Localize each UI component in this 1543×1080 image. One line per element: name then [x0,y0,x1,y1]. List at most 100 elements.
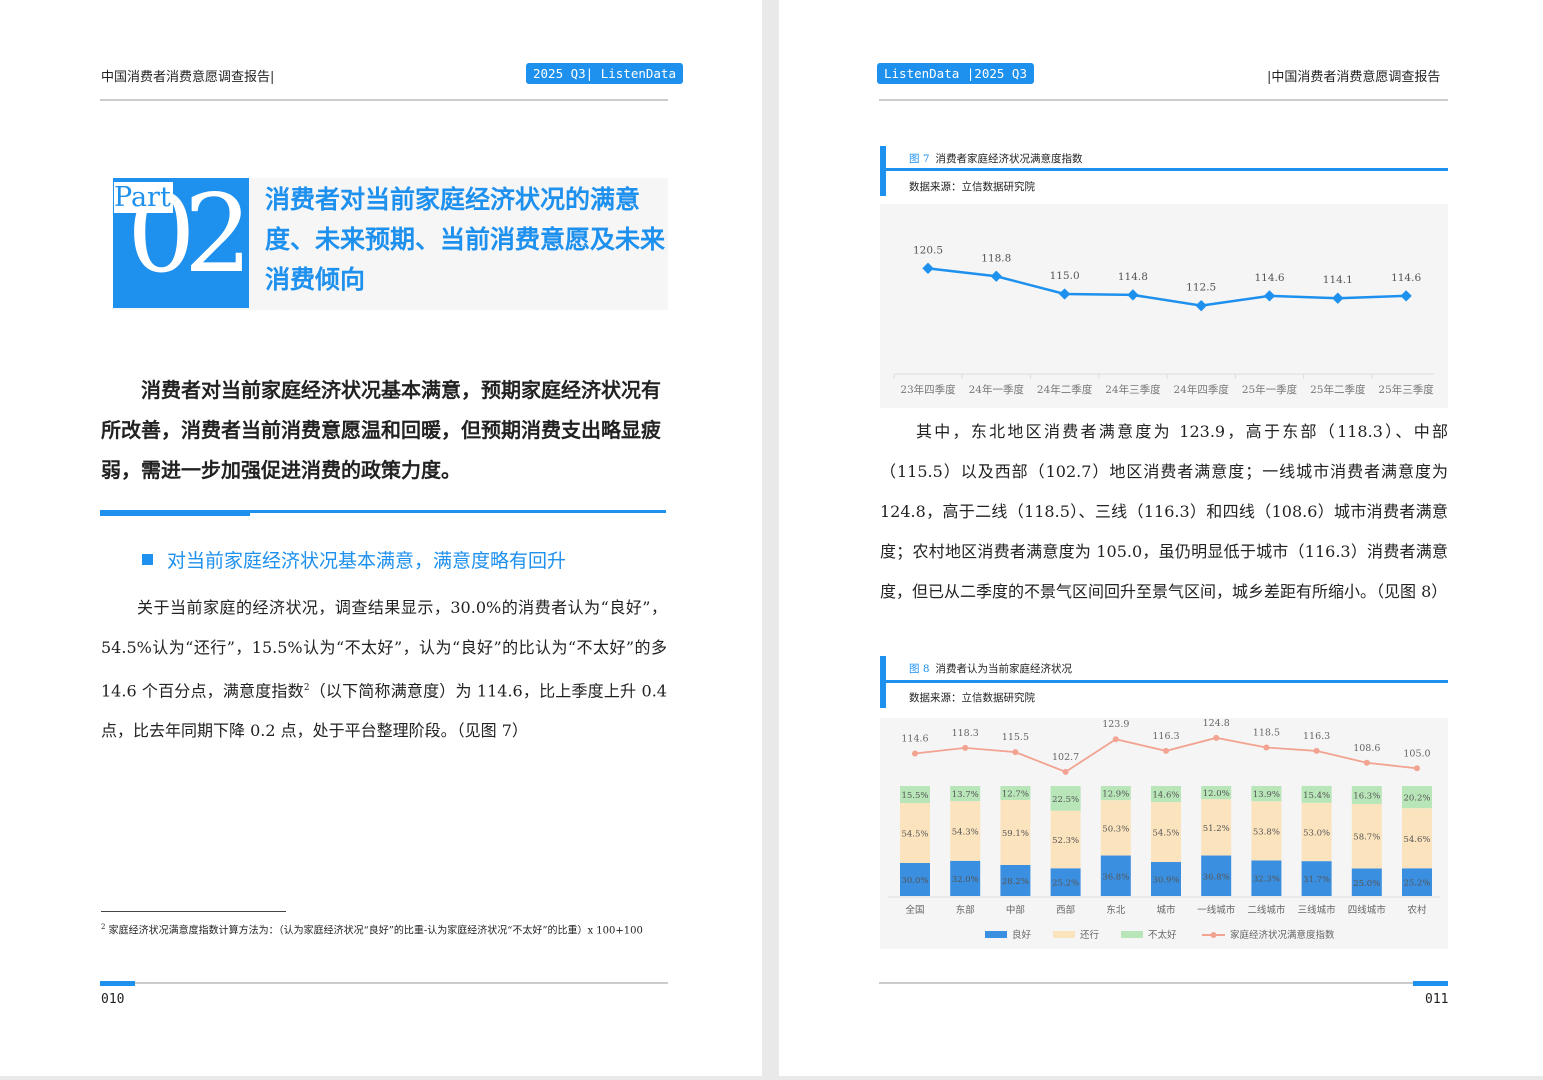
header-title: 中国消费者消费意愿调查报告| [101,70,275,85]
fig8-index-point [962,744,969,751]
fig7-tick-label: 23年四季度 [900,383,956,396]
fig8-legend-swatch [1053,931,1075,938]
fig8-index-label: 105.0 [1403,748,1430,759]
fig8-segment-label: 32.0% [952,875,979,885]
fig7-tick-label: 24年四季度 [1174,383,1230,396]
fig8-segment-label: 12.9% [1102,790,1129,800]
fig8-legend-swatch [985,931,1007,938]
fig7-data-label: 120.5 [913,244,943,256]
fig8-index-label: 115.5 [1002,732,1029,743]
fig8-index-label: 123.9 [1102,719,1129,730]
fig7-data-label: 114.6 [1254,272,1284,284]
lead-paragraph: 消费者对当前家庭经济状况基本满意，预期家庭经济状况有所改善，消费者当前消费意愿温… [101,378,661,482]
footer-rule [879,982,1448,984]
fig8-segment-label: 14.6% [1152,791,1179,801]
fig7-data-label: 114.6 [1391,272,1421,284]
fig7-data-point [1127,289,1139,301]
fig8-segment-label: 25.2% [1403,879,1430,889]
fig8-index-point [1213,734,1220,741]
fig7-title-text: 消费者家庭经济状况满意度指数 [935,153,1083,165]
fig8-tick-label: 东北 [1106,904,1126,916]
fig8-index-line [914,736,1418,773]
section-divider-accent [100,510,250,516]
fig8-tick-label: 城市 [1156,904,1176,916]
fig8-index-label: 102.7 [1052,752,1079,763]
right-page: ListenData |2025 Q3 |中国消费者消费意愿调查报告 图 7 消费… [779,0,1543,1076]
fig8-segment-label: 54.6% [1403,835,1430,845]
fig8-index-label: 118.3 [952,728,979,739]
fig8-legend-label: 家庭经济状况满意度指数 [1230,929,1335,941]
section-heading: 对当前家庭经济状况基本满意，满意度略有回升 [142,546,566,573]
fig7-title: 图 7 消费者家庭经济状况满意度指数 [909,151,1083,166]
fig8-index-label: 124.8 [1203,718,1230,729]
fig8-index-point [1263,744,1270,751]
fig7-tick-label: 24年二季度 [1037,383,1093,396]
fig7-bar [880,146,886,196]
fig7-data-label: 112.5 [1186,282,1216,294]
header-title: |中国消费者消费意愿调查报告 [1267,70,1441,85]
fig8-segment-label: 54.5% [1152,829,1179,839]
fig8-segment-label: 36.8% [1203,872,1230,882]
footer-accent [1413,981,1448,986]
fig7-tick-label: 24年一季度 [969,383,1025,396]
fig8-segment-label: 13.7% [952,790,979,800]
fig8-tick-label: 二线城市 [1247,904,1286,916]
fig8-index-point [1313,747,1320,754]
fig8-segment-label: 54.5% [901,830,928,840]
fig7-data-point [1332,292,1344,304]
fig7-tick-label: 24年三季度 [1105,383,1161,396]
header-rule [100,99,668,101]
fig7-line-chart: 120.5 118.8 115.0 114.8 112.5 114.6 114.1 114.6… [893,244,1434,396]
fig8-rule [886,680,1448,683]
fig8-segment-label: 51.2% [1203,824,1230,834]
fig7-data-point [1195,300,1207,312]
fig8-index-label: 114.6 [901,734,928,745]
footnote: 2 家庭经济状况满意度指数计算方法为：（认为家庭经济状况“良好”的比重-认为家庭… [101,920,667,938]
fig8-segment-label: 25.2% [1052,879,1079,889]
fig8-index-label: 108.6 [1353,743,1380,754]
footer-accent [100,981,135,986]
fig7-data-label: 115.0 [1050,270,1080,282]
fig8-segment-label: 22.5% [1052,795,1079,805]
fig8-segment-label: 12.7% [1002,789,1029,799]
fig8-segment-label: 25.0% [1353,879,1380,889]
fig7-rule [886,168,1448,171]
fig7-data-point [922,262,934,274]
fig7-tick-label: 25年一季度 [1242,383,1298,396]
fig8-legend-label: 良好 [1012,929,1032,941]
fig8-legend-marker [1210,932,1217,938]
fig8-segment-label: 53.0% [1303,828,1330,838]
fig7-tick-label: 25年二季度 [1310,383,1366,396]
part-word: Part [114,182,173,213]
fig8-tick-label: 西部 [1056,904,1075,916]
section-heading-text: 对当前家庭经济状况基本满意，满意度略有回升 [167,550,567,572]
square-bullet-icon [142,554,153,565]
page-number: 011 [1425,992,1449,1007]
fig8-legend-swatch [1121,931,1143,938]
fig8-legend-label: 不太好 [1148,929,1177,941]
header-tag: 2025 Q3| ListenData [526,63,683,84]
fig7-data-label: 114.1 [1323,274,1353,286]
header-tag: ListenData |2025 Q3 [877,63,1034,84]
fig7-number: 图 7 [909,153,930,165]
fig8-tick-label: 三线城市 [1298,904,1337,916]
fig8-segment-label: 15.4% [1303,791,1330,801]
fig8-segment-label: 15.5% [901,791,928,801]
fig8-index-point [1163,747,1169,754]
fig8-segment-label: 54.3% [952,827,979,837]
fig7-tick-label: 25年三季度 [1378,383,1434,396]
header-rule [879,99,1448,101]
fig8-segment-label: 30.0% [901,876,928,886]
footnote-mark: 2 [101,923,106,931]
fig8-segment-label: 59.1% [1002,829,1029,839]
fig8-index-label: 116.3 [1152,731,1179,742]
fig8-index-point [1062,768,1069,775]
fig8-tick-label: 四线城市 [1348,904,1387,916]
fig8-segment-label: 36.8% [1102,872,1129,882]
fig8-segment-label: 16.3% [1353,791,1380,801]
footnote-text: 家庭经济状况满意度指数计算方法为：（认为家庭经济状况“良好”的比重-认为家庭经济… [108,925,643,937]
fig8-tick-label: 一线城市 [1197,904,1236,916]
fig7-data-label: 114.8 [1118,271,1148,283]
fig8-segment-label: 28.2% [1002,877,1029,887]
fig8-index-point [1414,765,1420,772]
